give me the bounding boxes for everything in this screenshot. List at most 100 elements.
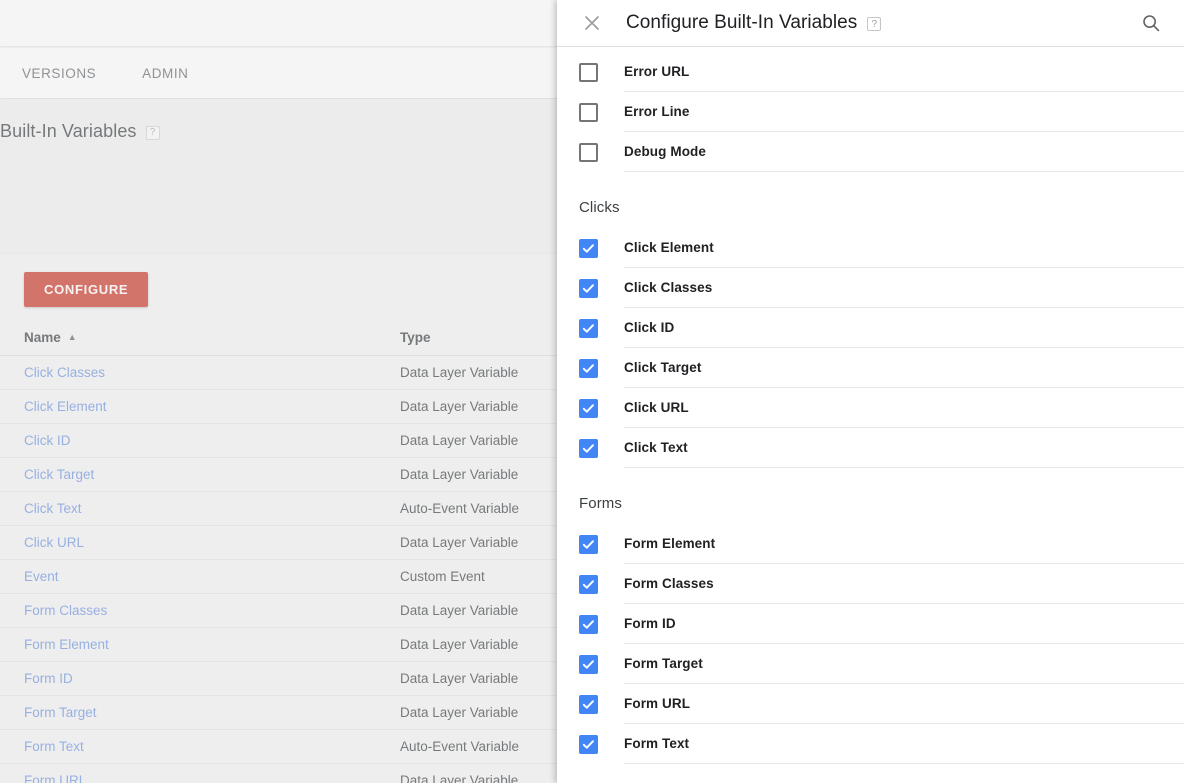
configure-button[interactable]: CONFIGURE — [24, 272, 149, 307]
checkbox-label: Click Target — [624, 360, 702, 375]
variable-link[interactable]: Click Classes — [24, 365, 105, 380]
variable-link[interactable]: Click Target — [24, 467, 94, 482]
table-cell-name: Click Text — [0, 491, 400, 526]
table-cell-name: Click Classes — [0, 355, 400, 390]
help-icon[interactable]: ? — [145, 125, 160, 140]
table-cell-name: Form ID — [0, 661, 400, 696]
checkbox-row-form-id[interactable]: Form ID — [557, 604, 1184, 644]
checkbox-unchecked-icon[interactable] — [579, 62, 598, 82]
checkbox-row-click-text[interactable]: Click Text — [557, 428, 1184, 468]
variable-link[interactable]: Form URL — [24, 773, 86, 783]
variable-link[interactable]: Click Element — [24, 399, 107, 414]
variable-link[interactable]: Event — [24, 569, 59, 584]
checkbox-label-wrap: Form Text — [624, 724, 1184, 764]
checkbox-label-wrap: Form Target — [624, 644, 1184, 684]
checkbox-label: Click Text — [624, 440, 688, 455]
panel-header: Configure Built-In Variables ? — [557, 0, 1184, 47]
variable-link[interactable]: Click ID — [24, 433, 71, 448]
variable-link[interactable]: Form Target — [24, 705, 97, 720]
variable-link[interactable]: Form Element — [24, 637, 109, 652]
checkbox-label: Form URL — [624, 696, 691, 711]
checkbox-label-wrap: Form Classes — [624, 564, 1184, 604]
checkbox-label-wrap: Click ID — [624, 308, 1184, 348]
checkbox-row-click-classes[interactable]: Click Classes — [557, 268, 1184, 308]
checkbox-row-form-element[interactable]: Form Element — [557, 524, 1184, 564]
checkbox-label: Form ID — [624, 616, 676, 631]
checkbox-checked-icon[interactable] — [579, 694, 598, 714]
checkbox-row-click-target[interactable]: Click Target — [557, 348, 1184, 388]
checkbox-label: Click Classes — [624, 280, 713, 295]
close-icon[interactable] — [579, 10, 605, 36]
checkbox-label: Form Element — [624, 536, 716, 551]
checkbox-row-error-url[interactable]: Error URL — [557, 52, 1184, 92]
checkbox-label-wrap: Form Element — [624, 524, 1184, 564]
checkbox-label: Click URL — [624, 400, 689, 415]
checkbox-label-wrap: Click Classes — [624, 268, 1184, 308]
tab-admin[interactable]: ADMIN — [142, 66, 188, 81]
checkbox-label-wrap: Click Text — [624, 428, 1184, 468]
search-icon[interactable] — [1136, 8, 1166, 38]
column-header-name-label: Name — [24, 330, 61, 345]
tab-versions[interactable]: VERSIONS — [22, 66, 96, 81]
sort-ascending-icon: ▲ — [67, 332, 77, 342]
configure-built-in-variables-panel: Configure Built-In Variables ? Error URL… — [557, 0, 1184, 783]
checkbox-checked-icon[interactable] — [579, 614, 598, 634]
checkbox-checked-icon[interactable] — [579, 654, 598, 674]
checkbox-row-click-element[interactable]: Click Element — [557, 228, 1184, 268]
checkbox-label: Click Element — [624, 240, 714, 255]
panel-body[interactable]: Error URL Error Line Debug Mode Clicks Click… — [557, 52, 1184, 783]
checkbox-checked-icon[interactable] — [579, 734, 598, 754]
column-header-name[interactable]: Name ▲ — [0, 321, 400, 356]
group-heading: Clicks — [579, 199, 620, 216]
page-title: Built-In Variables — [0, 121, 137, 141]
checkbox-label: Debug Mode — [624, 144, 706, 159]
checkbox-checked-icon[interactable] — [579, 358, 598, 378]
checkbox-row-form-text[interactable]: Form Text — [557, 724, 1184, 764]
variable-link[interactable]: Click Text — [24, 501, 82, 516]
checkbox-checked-icon[interactable] — [579, 278, 598, 298]
checkbox-checked-icon[interactable] — [579, 574, 598, 594]
checkbox-label: Error URL — [624, 64, 690, 79]
checkbox-row-form-target[interactable]: Form Target — [557, 644, 1184, 684]
checkbox-label: Click ID — [624, 320, 675, 335]
checkbox-label-wrap: Click Target — [624, 348, 1184, 388]
checkbox-label-wrap: Error Line — [624, 92, 1184, 132]
table-cell-name: Form Classes — [0, 593, 400, 628]
checkbox-checked-icon[interactable] — [579, 534, 598, 554]
checkbox-row-error-line[interactable]: Error Line — [557, 92, 1184, 132]
variable-link[interactable]: Click URL — [24, 535, 84, 550]
checkbox-checked-icon[interactable] — [579, 398, 598, 418]
table-cell-name: Click Element — [0, 389, 400, 424]
checkbox-row-debug-mode[interactable]: Debug Mode — [557, 132, 1184, 172]
variable-link[interactable]: Form Text — [24, 739, 84, 754]
table-cell-name: Form URL — [0, 763, 400, 783]
panel-title: Configure Built-In Variables — [626, 12, 858, 33]
checkbox-unchecked-icon[interactable] — [579, 142, 598, 162]
variable-link[interactable]: Form Classes — [24, 603, 107, 618]
checkbox-checked-icon[interactable] — [579, 238, 598, 258]
checkbox-label: Form Text — [624, 736, 690, 751]
checkbox-checked-icon[interactable] — [579, 318, 598, 338]
table-cell-name: Click URL — [0, 525, 400, 560]
screen: VERSIONS ADMIN Built-In Variables ? CONF… — [0, 0, 1184, 783]
checkbox-row-click-id[interactable]: Click ID — [557, 308, 1184, 348]
checkbox-label-wrap: Click URL — [624, 388, 1184, 428]
table-cell-name: Event — [0, 559, 400, 594]
variable-link[interactable]: Form ID — [24, 671, 73, 686]
checkbox-checked-icon[interactable] — [579, 438, 598, 458]
checkbox-unchecked-icon[interactable] — [579, 102, 598, 122]
checkbox-row-form-classes[interactable]: Form Classes — [557, 564, 1184, 604]
table-cell-name: Click ID — [0, 423, 400, 458]
checkbox-row-form-url[interactable]: Form URL — [557, 684, 1184, 724]
checkbox-label-wrap: Form URL — [624, 684, 1184, 724]
panel-help-icon[interactable]: ? — [867, 17, 882, 31]
group-heading: Forms — [579, 495, 622, 512]
checkbox-label-wrap: Form ID — [624, 604, 1184, 644]
table-cell-name: Click Target — [0, 457, 400, 492]
checkbox-label-wrap: Click Element — [624, 228, 1184, 268]
checkbox-row-click-url[interactable]: Click URL — [557, 388, 1184, 428]
table-cell-name: Form Target — [0, 695, 400, 730]
checkbox-label: Form Target — [624, 656, 703, 671]
checkbox-label-wrap: Error URL — [624, 52, 1184, 92]
table-cell-name: Form Text — [0, 729, 400, 764]
